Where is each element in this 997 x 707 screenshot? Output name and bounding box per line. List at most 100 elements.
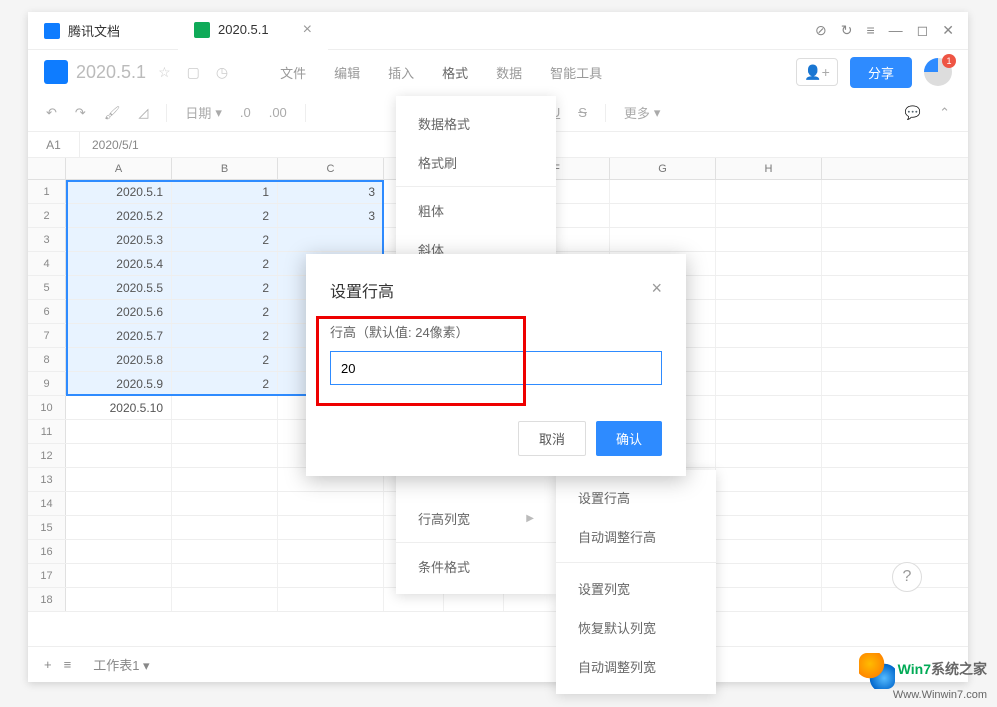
menu-item-data-format[interactable]: 数据格式 xyxy=(396,104,556,143)
cell[interactable]: 3 xyxy=(278,180,384,203)
row-header[interactable]: 18 xyxy=(28,588,66,611)
cell[interactable]: 3 xyxy=(278,204,384,227)
row-header[interactable]: 2 xyxy=(28,204,66,227)
paint-format-icon[interactable]: 🖌 xyxy=(104,105,121,121)
cell[interactable] xyxy=(172,420,278,443)
cell[interactable]: 2 xyxy=(172,300,278,323)
cell[interactable] xyxy=(716,444,822,467)
sheet-list-icon[interactable]: ≡ xyxy=(64,657,72,672)
col-header[interactable]: C xyxy=(278,158,384,179)
cell[interactable] xyxy=(172,540,278,563)
cell[interactable] xyxy=(66,564,172,587)
decrease-decimal-icon[interactable]: .0 xyxy=(240,105,251,120)
menu-item-bold[interactable]: 粗体 xyxy=(396,191,556,230)
cell[interactable] xyxy=(278,516,384,539)
row-header[interactable]: 16 xyxy=(28,540,66,563)
menu-data[interactable]: 数据 xyxy=(496,63,522,82)
cell[interactable] xyxy=(66,588,172,611)
cell[interactable] xyxy=(172,396,278,419)
cell[interactable]: 2 xyxy=(172,348,278,371)
row-header[interactable]: 10 xyxy=(28,396,66,419)
row-header[interactable]: 9 xyxy=(28,372,66,395)
cell[interactable] xyxy=(278,492,384,515)
row-header[interactable]: 13 xyxy=(28,468,66,491)
cell[interactable]: 2020.5.6 xyxy=(66,300,172,323)
app-tab[interactable]: 腾讯文档 xyxy=(28,12,178,50)
menu-file[interactable]: 文件 xyxy=(280,63,306,82)
cell[interactable] xyxy=(66,516,172,539)
close-window-icon[interactable]: ✕ xyxy=(942,22,954,39)
cell[interactable] xyxy=(716,324,822,347)
cell[interactable] xyxy=(278,228,384,251)
cell[interactable]: 2020.5.9 xyxy=(66,372,172,395)
cell[interactable]: 1 xyxy=(172,180,278,203)
cell[interactable] xyxy=(610,180,716,203)
cell[interactable] xyxy=(716,564,822,587)
select-all-corner[interactable] xyxy=(28,158,66,179)
cell[interactable]: 2020.5.1 xyxy=(66,180,172,203)
cell[interactable]: 2020.5.2 xyxy=(66,204,172,227)
submenu-set-row-height[interactable]: 设置行高 xyxy=(556,478,716,517)
cell[interactable] xyxy=(66,420,172,443)
menu-item-row-col[interactable]: 行高列宽▶ xyxy=(396,499,556,538)
menu-edit[interactable]: 编辑 xyxy=(334,63,360,82)
star-icon[interactable]: ☆ xyxy=(154,64,175,81)
cell[interactable]: 2020.5.3 xyxy=(66,228,172,251)
cell[interactable] xyxy=(278,540,384,563)
row-header[interactable]: 12 xyxy=(28,444,66,467)
cell[interactable] xyxy=(716,516,822,539)
cell[interactable] xyxy=(610,228,716,251)
row-height-input[interactable] xyxy=(330,351,662,385)
collapse-toolbar-icon[interactable]: ⌃ xyxy=(939,105,950,121)
close-tab-icon[interactable]: × xyxy=(303,21,312,39)
col-header[interactable]: G xyxy=(610,158,716,179)
maximize-icon[interactable]: ◻ xyxy=(917,22,929,39)
cell[interactable] xyxy=(278,588,384,611)
cell[interactable] xyxy=(66,492,172,515)
add-collaborator-button[interactable]: 👤+ xyxy=(796,58,838,86)
submenu-set-col-width[interactable]: 设置列宽 xyxy=(556,569,716,608)
strike-icon[interactable]: S xyxy=(578,105,587,120)
cell[interactable] xyxy=(610,204,716,227)
menu-tools[interactable]: 智能工具 xyxy=(550,63,602,82)
document-tab[interactable]: 2020.5.1 × xyxy=(178,12,328,50)
cell[interactable]: 2 xyxy=(172,228,278,251)
undo-icon[interactable]: ↶ xyxy=(46,105,57,121)
confirm-button[interactable]: 确认 xyxy=(596,421,662,456)
row-header[interactable]: 7 xyxy=(28,324,66,347)
clear-format-icon[interactable]: ◿ xyxy=(138,105,148,121)
cell[interactable]: 2020.5.10 xyxy=(66,396,172,419)
menu-insert[interactable]: 插入 xyxy=(388,63,414,82)
cell[interactable]: 2020.5.4 xyxy=(66,252,172,275)
cell[interactable] xyxy=(716,588,822,611)
cell[interactable] xyxy=(66,540,172,563)
row-header[interactable]: 4 xyxy=(28,252,66,275)
row-header[interactable]: 17 xyxy=(28,564,66,587)
menu-icon[interactable]: ≡ xyxy=(866,22,874,39)
block-icon[interactable]: ⊘ xyxy=(815,22,827,39)
menu-item-cond-format[interactable]: 条件格式 xyxy=(396,547,556,586)
cell[interactable] xyxy=(716,348,822,371)
share-button[interactable]: 分享 xyxy=(850,57,912,88)
col-header[interactable]: B xyxy=(172,158,278,179)
row-header[interactable]: 8 xyxy=(28,348,66,371)
cell[interactable]: 2020.5.8 xyxy=(66,348,172,371)
row-header[interactable]: 14 xyxy=(28,492,66,515)
cell[interactable] xyxy=(172,588,278,611)
submenu-reset-col-width[interactable]: 恢复默认列宽 xyxy=(556,608,716,647)
refresh-icon[interactable]: ↻ xyxy=(841,22,853,39)
cell[interactable] xyxy=(172,444,278,467)
menu-item-format-painter[interactable]: 格式刷 xyxy=(396,143,556,182)
cell[interactable] xyxy=(716,420,822,443)
cell[interactable] xyxy=(716,468,822,491)
cell[interactable] xyxy=(716,372,822,395)
row-header[interactable]: 5 xyxy=(28,276,66,299)
cell[interactable]: 2020.5.5 xyxy=(66,276,172,299)
cell[interactable] xyxy=(716,252,822,275)
folder-icon[interactable]: ▢ xyxy=(183,64,204,81)
formula-value[interactable]: 2020/5/1 xyxy=(80,138,139,152)
more-formats-dropdown[interactable]: 更多 ▾ xyxy=(624,103,661,122)
sheet-tab[interactable]: 工作表1 ▾ xyxy=(83,651,159,678)
comment-icon[interactable]: 💬 xyxy=(905,105,921,121)
cell[interactable]: 2 xyxy=(172,324,278,347)
